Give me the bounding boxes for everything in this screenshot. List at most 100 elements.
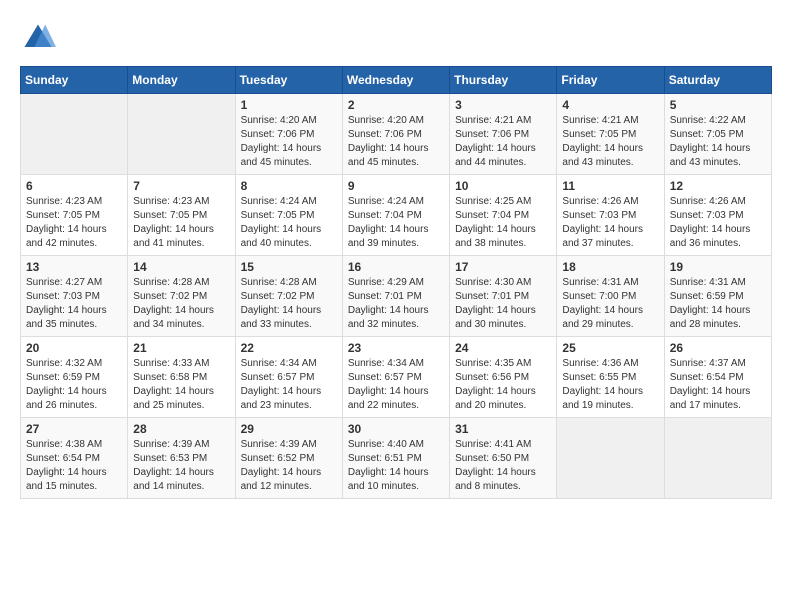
day-number: 29 (241, 422, 337, 436)
calendar-cell: 15 Sunrise: 4:28 AM Sunset: 7:02 PM Dayli… (235, 256, 342, 337)
day-info: Sunrise: 4:21 AM Sunset: 7:05 PM Dayligh… (562, 114, 658, 170)
calendar-cell: 8 Sunrise: 4:24 AM Sunset: 7:05 PM Daylig… (235, 175, 342, 256)
day-number: 21 (133, 341, 229, 355)
day-number: 14 (133, 260, 229, 274)
calendar-cell: 21 Sunrise: 4:33 AM Sunset: 6:58 PM Dayli… (128, 337, 235, 418)
day-number: 19 (670, 260, 766, 274)
day-info: Sunrise: 4:23 AM Sunset: 7:05 PM Dayligh… (26, 195, 122, 251)
calendar-cell (128, 94, 235, 175)
calendar-cell: 24Sunrise: 4:35 AM Sunset: 6:56 PM Dayli… (450, 337, 557, 418)
day-info: Sunrise: 4:39 AM Sunset: 6:52 PM Dayligh… (241, 438, 337, 494)
day-number: 18 (562, 260, 658, 274)
day-number: 2 (348, 98, 444, 112)
day-info: Sunrise: 4:20 AM Sunset: 7:06 PM Dayligh… (348, 114, 444, 170)
calendar-cell (21, 94, 128, 175)
calendar-cell (557, 418, 664, 499)
day-info: Sunrise: 4:24 AM Sunset: 7:05 PM Dayligh… (241, 195, 337, 251)
day-number: 8 (241, 179, 337, 193)
calendar-cell: 7 Sunrise: 4:23 AM Sunset: 7:05 PM Daylig… (128, 175, 235, 256)
logo (20, 20, 60, 56)
calendar-header-tuesday: Tuesday (235, 67, 342, 94)
day-info: Sunrise: 4:37 AM Sunset: 6:54 PM Dayligh… (670, 357, 766, 413)
day-number: 3 (455, 98, 551, 112)
calendar-cell: 29 Sunrise: 4:39 AM Sunset: 6:52 PM Dayli… (235, 418, 342, 499)
calendar-cell: 2 Sunrise: 4:20 AM Sunset: 7:06 PM Daylig… (342, 94, 449, 175)
calendar-cell: 20 Sunrise: 4:32 AM Sunset: 6:59 PM Dayli… (21, 337, 128, 418)
day-number: 7 (133, 179, 229, 193)
day-number: 26 (670, 341, 766, 355)
day-info: Sunrise: 4:40 AM Sunset: 6:51 PM Dayligh… (348, 438, 444, 494)
calendar-table: SundayMondayTuesdayWednesdayThursdayFrid… (20, 66, 772, 499)
day-number: 6 (26, 179, 122, 193)
day-info: Sunrise: 4:22 AM Sunset: 7:05 PM Dayligh… (670, 114, 766, 170)
day-number: 24 (455, 341, 551, 355)
calendar-cell: 5 Sunrise: 4:22 AM Sunset: 7:05 PM Daylig… (664, 94, 771, 175)
logo-icon (20, 20, 56, 56)
day-info: Sunrise: 4:27 AM Sunset: 7:03 PM Dayligh… (26, 276, 122, 332)
calendar-cell: 12Sunrise: 4:26 AM Sunset: 7:03 PM Dayli… (664, 175, 771, 256)
calendar-header-saturday: Saturday (664, 67, 771, 94)
calendar-cell: 28Sunrise: 4:39 AM Sunset: 6:53 PM Dayli… (128, 418, 235, 499)
calendar-cell: 6 Sunrise: 4:23 AM Sunset: 7:05 PM Daylig… (21, 175, 128, 256)
day-info: Sunrise: 4:30 AM Sunset: 7:01 PM Dayligh… (455, 276, 551, 332)
day-info: Sunrise: 4:26 AM Sunset: 7:03 PM Dayligh… (562, 195, 658, 251)
calendar-cell: 26 Sunrise: 4:37 AM Sunset: 6:54 PM Dayli… (664, 337, 771, 418)
day-info: Sunrise: 4:34 AM Sunset: 6:57 PM Dayligh… (348, 357, 444, 413)
day-info: Sunrise: 4:21 AM Sunset: 7:06 PM Dayligh… (455, 114, 551, 170)
calendar-cell: 27 Sunrise: 4:38 AM Sunset: 6:54 PM Dayli… (21, 418, 128, 499)
calendar-cell: 16 Sunrise: 4:29 AM Sunset: 7:01 PM Dayli… (342, 256, 449, 337)
day-number: 30 (348, 422, 444, 436)
calendar-cell: 4 Sunrise: 4:21 AM Sunset: 7:05 PM Daylig… (557, 94, 664, 175)
calendar-cell: 23 Sunrise: 4:34 AM Sunset: 6:57 PM Dayli… (342, 337, 449, 418)
calendar-cell: 17 Sunrise: 4:30 AM Sunset: 7:01 PM Dayli… (450, 256, 557, 337)
calendar-week-2: 6 Sunrise: 4:23 AM Sunset: 7:05 PM Daylig… (21, 175, 772, 256)
day-info: Sunrise: 4:20 AM Sunset: 7:06 PM Dayligh… (241, 114, 337, 170)
calendar-body: 1Sunrise: 4:20 AM Sunset: 7:06 PM Daylig… (21, 94, 772, 499)
calendar-header-sunday: Sunday (21, 67, 128, 94)
day-number: 11 (562, 179, 658, 193)
day-number: 9 (348, 179, 444, 193)
day-info: Sunrise: 4:26 AM Sunset: 7:03 PM Dayligh… (670, 195, 766, 251)
day-info: Sunrise: 4:25 AM Sunset: 7:04 PM Dayligh… (455, 195, 551, 251)
calendar-cell: 13Sunrise: 4:27 AM Sunset: 7:03 PM Dayli… (21, 256, 128, 337)
calendar-cell: 25 Sunrise: 4:36 AM Sunset: 6:55 PM Dayli… (557, 337, 664, 418)
calendar-cell: 31 Sunrise: 4:41 AM Sunset: 6:50 PM Dayli… (450, 418, 557, 499)
day-info: Sunrise: 4:28 AM Sunset: 7:02 PM Dayligh… (241, 276, 337, 332)
calendar-cell: 11 Sunrise: 4:26 AM Sunset: 7:03 PM Dayli… (557, 175, 664, 256)
day-info: Sunrise: 4:31 AM Sunset: 7:00 PM Dayligh… (562, 276, 658, 332)
calendar-cell: 9Sunrise: 4:24 AM Sunset: 7:04 PM Daylig… (342, 175, 449, 256)
day-info: Sunrise: 4:23 AM Sunset: 7:05 PM Dayligh… (133, 195, 229, 251)
day-number: 22 (241, 341, 337, 355)
day-number: 5 (670, 98, 766, 112)
day-number: 25 (562, 341, 658, 355)
day-number: 20 (26, 341, 122, 355)
day-number: 28 (133, 422, 229, 436)
day-info: Sunrise: 4:41 AM Sunset: 6:50 PM Dayligh… (455, 438, 551, 494)
calendar-header-row: SundayMondayTuesdayWednesdayThursdayFrid… (21, 67, 772, 94)
calendar-header-thursday: Thursday (450, 67, 557, 94)
day-info: Sunrise: 4:36 AM Sunset: 6:55 PM Dayligh… (562, 357, 658, 413)
page-header (20, 20, 772, 56)
day-number: 31 (455, 422, 551, 436)
calendar-header-wednesday: Wednesday (342, 67, 449, 94)
calendar-cell: 14Sunrise: 4:28 AM Sunset: 7:02 PM Dayli… (128, 256, 235, 337)
day-number: 17 (455, 260, 551, 274)
day-number: 10 (455, 179, 551, 193)
day-info: Sunrise: 4:38 AM Sunset: 6:54 PM Dayligh… (26, 438, 122, 494)
calendar-cell: 3 Sunrise: 4:21 AM Sunset: 7:06 PM Daylig… (450, 94, 557, 175)
day-number: 4 (562, 98, 658, 112)
day-number: 15 (241, 260, 337, 274)
day-number: 16 (348, 260, 444, 274)
calendar-week-4: 20 Sunrise: 4:32 AM Sunset: 6:59 PM Dayli… (21, 337, 772, 418)
day-info: Sunrise: 4:34 AM Sunset: 6:57 PM Dayligh… (241, 357, 337, 413)
calendar-cell: 22 Sunrise: 4:34 AM Sunset: 6:57 PM Dayli… (235, 337, 342, 418)
day-info: Sunrise: 4:33 AM Sunset: 6:58 PM Dayligh… (133, 357, 229, 413)
day-info: Sunrise: 4:29 AM Sunset: 7:01 PM Dayligh… (348, 276, 444, 332)
calendar-cell: 10 Sunrise: 4:25 AM Sunset: 7:04 PM Dayli… (450, 175, 557, 256)
calendar-cell (664, 418, 771, 499)
day-info: Sunrise: 4:32 AM Sunset: 6:59 PM Dayligh… (26, 357, 122, 413)
day-number: 27 (26, 422, 122, 436)
calendar-cell: 1Sunrise: 4:20 AM Sunset: 7:06 PM Daylig… (235, 94, 342, 175)
calendar-week-3: 13Sunrise: 4:27 AM Sunset: 7:03 PM Dayli… (21, 256, 772, 337)
day-number: 23 (348, 341, 444, 355)
